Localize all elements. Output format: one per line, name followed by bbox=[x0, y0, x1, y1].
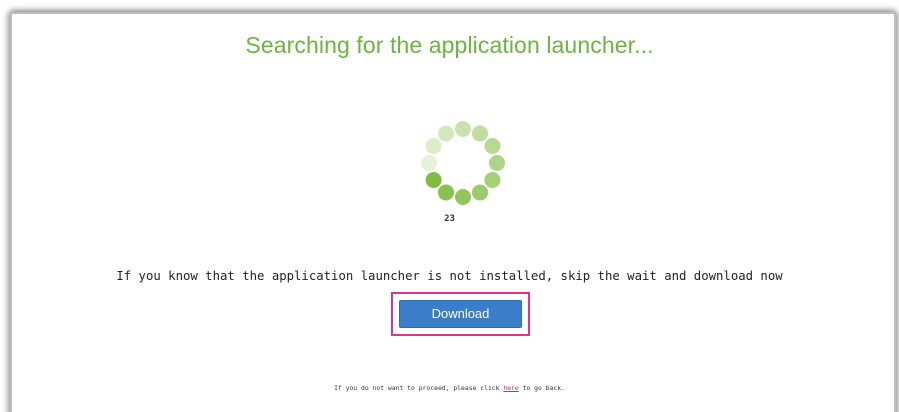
go-back-suffix: to go back. bbox=[518, 384, 565, 392]
page-frame bbox=[10, 12, 896, 412]
spinner-dot bbox=[489, 155, 505, 171]
install-hint-message: If you know that the application launche… bbox=[116, 269, 783, 283]
spinner-dot bbox=[438, 125, 454, 142]
page-title: Searching for the application launcher..… bbox=[245, 32, 654, 58]
go-back-link[interactable]: here bbox=[503, 384, 518, 392]
spinner-dot bbox=[472, 125, 488, 142]
spinner-dot bbox=[438, 184, 454, 201]
go-back-note: If you do not want to proceed, please cl… bbox=[0, 384, 899, 392]
go-back-prefix: If you do not want to proceed, please cl… bbox=[334, 384, 504, 392]
spinner-dot bbox=[425, 138, 442, 154]
download-highlight-box: Download bbox=[391, 292, 530, 336]
spinner-dot bbox=[484, 138, 501, 154]
download-button[interactable]: Download bbox=[399, 300, 522, 328]
spinner-dot bbox=[455, 121, 471, 137]
countdown-number: 23 bbox=[444, 214, 455, 224]
spinner-dot bbox=[472, 184, 488, 201]
spinner-dot bbox=[425, 172, 442, 188]
spinner-dot bbox=[421, 155, 437, 171]
spinner-dot bbox=[484, 172, 501, 188]
loading-spinner-icon bbox=[421, 121, 505, 205]
spinner-dot bbox=[455, 189, 471, 205]
app-launcher-page: Searching for the application launcher..… bbox=[0, 0, 899, 412]
